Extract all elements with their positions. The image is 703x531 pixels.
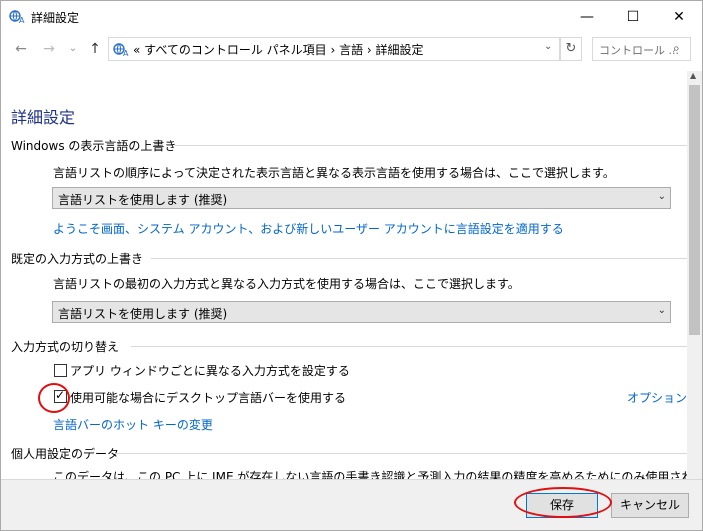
annotation-circle <box>514 487 612 518</box>
display-language-select-value[interactable]: 言語リストを使用します (推奨) <box>58 191 227 208</box>
search-box[interactable]: コントロール ... ⌕ <box>592 37 691 61</box>
scrollbar-thumb[interactable] <box>689 85 700 335</box>
language-settings-icon: A <box>9 8 25 25</box>
title-bar: A 詳細設定 — ☐ ✕ <box>1 1 702 33</box>
per-app-input-checkbox[interactable] <box>54 364 67 377</box>
divider <box>151 258 687 259</box>
refresh-button[interactable]: ↻ <box>560 37 582 61</box>
personalization-description: このデータは、この PC 上に IME が存在しない言語の手書き認識と予測入力の… <box>53 470 687 479</box>
input-method-select-value[interactable]: 言語リストを使用します (推奨) <box>58 305 227 322</box>
personalization-heading: 個人用設定のデータ <box>11 447 120 461</box>
up-button[interactable]: ↑ <box>85 39 105 59</box>
input-method-heading: 既定の入力方式の上書き <box>11 252 144 266</box>
address-bar[interactable]: A « すべてのコントロール パネル項目 › 言語 › 詳細設定 ⌄ <box>108 37 560 61</box>
apply-language-settings-link[interactable]: ようこそ画面、システム アカウント、および新しいユーザー アカウントに言語設定を… <box>53 220 564 237</box>
recent-locations-button[interactable]: ⌄ <box>63 39 83 59</box>
switching-heading: 入力方式の切り替え <box>11 340 120 354</box>
minimize-button[interactable]: — <box>564 1 610 33</box>
divider <box>131 346 687 347</box>
breadcrumb[interactable]: « すべてのコントロール パネル項目 › 言語 › 詳細設定 <box>133 41 424 58</box>
window-title: 詳細設定 <box>31 11 80 25</box>
scroll-up-icon[interactable]: ▲ <box>690 71 696 80</box>
search-placeholder[interactable]: コントロール ... <box>599 42 679 58</box>
back-button[interactable]: ← <box>11 39 31 59</box>
input-method-select[interactable]: 言語リストを使用します (推奨) ⌄ <box>52 301 671 323</box>
display-language-description: 言語リストの順序によって決定された表示言語と異なる表示言語を使用する場合は、ここ… <box>53 166 615 180</box>
chevron-down-icon[interactable]: ⌄ <box>658 305 666 316</box>
control-panel-icon: A <box>113 41 129 58</box>
advanced-settings-window: A 詳細設定 — ☐ ✕ ← → ⌄ ↑ A « すべてのコントロール パネル項… <box>0 0 703 531</box>
desktop-langbar-label[interactable]: 使用可能な場合にデスクトップ言語バーを使用する <box>70 389 346 406</box>
svg-text:A: A <box>19 16 25 24</box>
chevron-down-icon[interactable]: ⌄ <box>658 191 666 202</box>
options-link[interactable]: オプション <box>627 389 687 406</box>
page-title: 詳細設定 <box>11 108 76 127</box>
input-method-description: 言語リストの最初の入力方式と異なる入力方式を使用する場合は、ここで選択します。 <box>53 277 520 291</box>
address-dropdown-icon[interactable]: ⌄ <box>544 41 552 52</box>
maximize-button[interactable]: ☐ <box>610 1 656 33</box>
display-language-select[interactable]: 言語リストを使用します (推奨) ⌄ <box>52 187 671 209</box>
forward-button[interactable]: → <box>39 39 59 59</box>
per-app-input-label[interactable]: アプリ ウィンドウごとに異なる入力方式を設定する <box>70 362 350 379</box>
langbar-hotkey-link[interactable]: 言語バーのホット キーの変更 <box>53 416 213 433</box>
annotation-circle <box>38 383 70 413</box>
cancel-button[interactable]: キャンセル <box>611 493 689 518</box>
main-content: 詳細設定 Windows の表示言語の上書き 言語リストの順序によって決定された… <box>1 71 687 479</box>
svg-text:A: A <box>123 49 129 57</box>
close-button[interactable]: ✕ <box>656 1 702 33</box>
search-icon[interactable]: ⌕ <box>673 41 680 56</box>
divider <box>115 453 687 454</box>
divider <box>175 145 687 146</box>
display-language-heading: Windows の表示言語の上書き <box>11 139 177 153</box>
